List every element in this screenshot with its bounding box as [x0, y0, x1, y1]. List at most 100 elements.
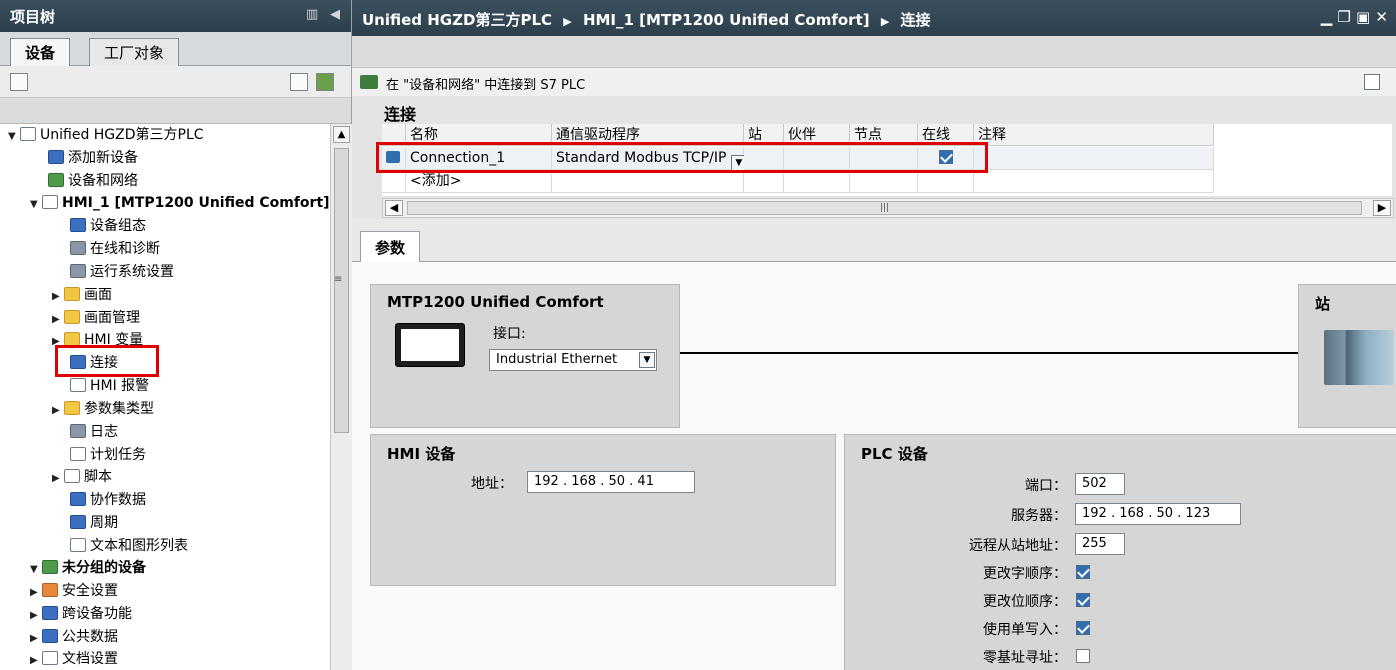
scroll-right-icon[interactable]: ▶	[1373, 200, 1391, 216]
station-title: 站	[1315, 295, 1331, 313]
server-address-input[interactable]: 192 . 168 . 50 . 123	[1075, 503, 1241, 525]
tree-item-text-graphic-lists[interactable]: 文本和图形列表	[70, 535, 188, 557]
column-comment[interactable]: 注释	[974, 124, 1214, 146]
online-diagnostics-icon	[70, 241, 86, 255]
tree-item-cross-device[interactable]: ▶ 跨设备功能	[30, 603, 132, 625]
tree-item-hmi-alarms[interactable]: HMI 报警	[70, 375, 149, 397]
window-controls[interactable]: ▁ ❐ ▣ ✕	[1321, 8, 1388, 26]
tree-item-security-settings[interactable]: ▶ 安全设置	[30, 580, 118, 602]
tree-item-runtime-settings[interactable]: 运行系统设置	[70, 261, 174, 283]
expand-arrow-icon[interactable]: ▼	[8, 126, 20, 148]
expand-arrow-icon[interactable]: ▶	[52, 400, 64, 422]
tab-devices[interactable]: 设备	[10, 38, 71, 67]
project-tree-toolbar	[0, 66, 351, 98]
pane-splitter[interactable]	[352, 219, 1396, 229]
single-write-checkbox[interactable]	[1076, 621, 1090, 635]
table-horizontal-scrollbar[interactable]: ◀ ||| ▶	[382, 198, 1394, 218]
collapse-pane-icon[interactable]: ◀	[330, 7, 340, 22]
expand-arrow-icon[interactable]: ▶	[30, 582, 42, 604]
tree-item-add-device[interactable]: 添加新设备	[48, 147, 138, 169]
tree-item-common-data[interactable]: ▶ 公共数据	[30, 626, 118, 648]
comment-cell[interactable]	[974, 147, 1214, 170]
network-line	[680, 352, 1310, 354]
expand-arrow-icon[interactable]: ▶	[30, 650, 42, 670]
slave-address-input[interactable]: 255	[1075, 533, 1125, 555]
expand-arrow-icon[interactable]: ▶	[30, 628, 42, 650]
interface-select[interactable]: Industrial Ethernet ▼	[489, 349, 657, 371]
tree-item-screen-management[interactable]: ▶ 画面管理	[52, 307, 140, 329]
scroll-up-icon[interactable]: ▲	[333, 126, 350, 143]
tree-item-screens[interactable]: ▶ 画面	[52, 284, 112, 306]
editor-toolbar: 在 "设备和网络" 中连接到 S7 PLC	[352, 68, 1396, 96]
highlight-box-tree-connection	[55, 345, 159, 377]
editor-title-bar: Unified HGZD第三方PLC ▶ HMI_1 [MTP1200 Unif…	[352, 0, 1396, 36]
hmi-title: HMI 设备	[387, 445, 456, 463]
tree-item-collaboration-data[interactable]: 协作数据	[70, 489, 146, 511]
expand-arrow-icon[interactable]: ▶	[52, 468, 64, 490]
tree-item-parameter-set-types[interactable]: ▶ 参数集类型	[52, 398, 154, 420]
toolbar-view-icon[interactable]	[1364, 74, 1380, 90]
interface-label: 接口:	[493, 326, 526, 342]
collaboration-data-icon	[70, 492, 86, 506]
document-settings-icon	[42, 651, 58, 665]
scrollbar-thumb[interactable]: |||	[407, 201, 1362, 215]
plc-title: PLC 设备	[861, 445, 928, 463]
tree-item-scheduled-tasks[interactable]: 计划任务	[70, 444, 146, 466]
export-icon[interactable]	[316, 73, 334, 91]
hmi-address-label: 地址：	[471, 476, 513, 492]
scroll-left-icon[interactable]: ◀	[385, 200, 403, 216]
project-tree-header: 项目树 ▥ ◀	[0, 0, 351, 32]
tree-item-document-settings[interactable]: ▶ 文档设置	[30, 648, 118, 670]
tab-plant-objects[interactable]: 工厂对象	[89, 38, 180, 66]
tree-item-devices-networks[interactable]: 设备和网络	[48, 170, 138, 192]
tree-item-ungrouped-devices[interactable]: ▼ 未分组的设备	[30, 557, 146, 579]
overview-icon[interactable]	[290, 73, 308, 91]
folder-icon	[64, 401, 80, 415]
tree-item-logs[interactable]: 日志	[70, 421, 118, 443]
tree-item-online-diag[interactable]: 在线和诊断	[70, 238, 160, 260]
editor-subbar	[352, 36, 1396, 68]
breadcrumb-project[interactable]: Unified HGZD第三方PLC	[362, 11, 552, 29]
security-icon	[42, 583, 58, 597]
swap-bit-checkbox[interactable]	[1076, 593, 1090, 607]
expand-arrow-icon[interactable]: ▼	[30, 194, 42, 216]
tree-item-scripts[interactable]: ▶ 脚本	[52, 466, 112, 488]
connect-s7-icon[interactable]	[360, 75, 378, 89]
swap-word-label: 更改字顺序：	[983, 566, 1067, 582]
log-icon	[70, 424, 86, 438]
expand-arrow-icon[interactable]: ▶	[30, 605, 42, 627]
tab-parameters[interactable]: 参数	[360, 231, 421, 264]
tree-item-device-config[interactable]: 设备组态	[70, 215, 146, 237]
project-tree-title: 项目树	[10, 8, 56, 26]
tree-vertical-scrollbar[interactable]: ▲ ≡	[330, 124, 352, 670]
tree-item-hmi[interactable]: ▼ HMI_1 [MTP1200 Unified Comfort]	[30, 192, 330, 214]
breadcrumb-hmi[interactable]: HMI_1 [MTP1200 Unified Comfort]	[583, 11, 870, 29]
alarm-icon	[70, 378, 86, 392]
tree-item-project[interactable]: ▼ Unified HGZD第三方PLC	[8, 124, 204, 146]
script-icon	[64, 469, 80, 483]
pane-layout-icon[interactable]: ▥	[306, 7, 318, 22]
network-icon	[48, 173, 64, 187]
connections-section-title: 连接	[384, 105, 417, 124]
connect-s7-text[interactable]: 在 "设备和网络" 中连接到 S7 PLC	[386, 78, 585, 93]
tree-options-icon[interactable]	[10, 73, 28, 91]
hmi-device-title: MTP1200 Unified Comfort	[387, 293, 604, 311]
zero-based-checkbox[interactable]	[1076, 649, 1090, 663]
add-connection-cell[interactable]: <添加>	[406, 170, 552, 193]
server-label: 服务器：	[1011, 508, 1067, 524]
breadcrumb-separator-icon: ▶	[880, 15, 890, 28]
swap-word-checkbox[interactable]	[1076, 565, 1090, 579]
port-input[interactable]: 502	[1075, 473, 1125, 495]
hmi-address-box: HMI 设备 地址： 192 . 168 . 50 . 41	[370, 434, 836, 586]
cross-device-icon	[42, 606, 58, 620]
tree-item-cycles[interactable]: 周期	[70, 512, 118, 534]
scrollbar-thumb[interactable]	[334, 148, 349, 433]
expand-arrow-icon[interactable]: ▶	[52, 309, 64, 331]
hmi-address-input[interactable]: 192 . 168 . 50 . 41	[527, 471, 695, 493]
breadcrumb-connections[interactable]: 连接	[901, 11, 931, 29]
hmi-device-box: MTP1200 Unified Comfort 接口: Industrial E…	[370, 284, 680, 428]
project-tree-tabs: 设备 工厂对象	[0, 32, 351, 67]
expand-arrow-icon[interactable]: ▶	[52, 286, 64, 308]
chevron-down-icon[interactable]: ▼	[639, 352, 655, 368]
expand-arrow-icon[interactable]: ▼	[30, 559, 42, 581]
